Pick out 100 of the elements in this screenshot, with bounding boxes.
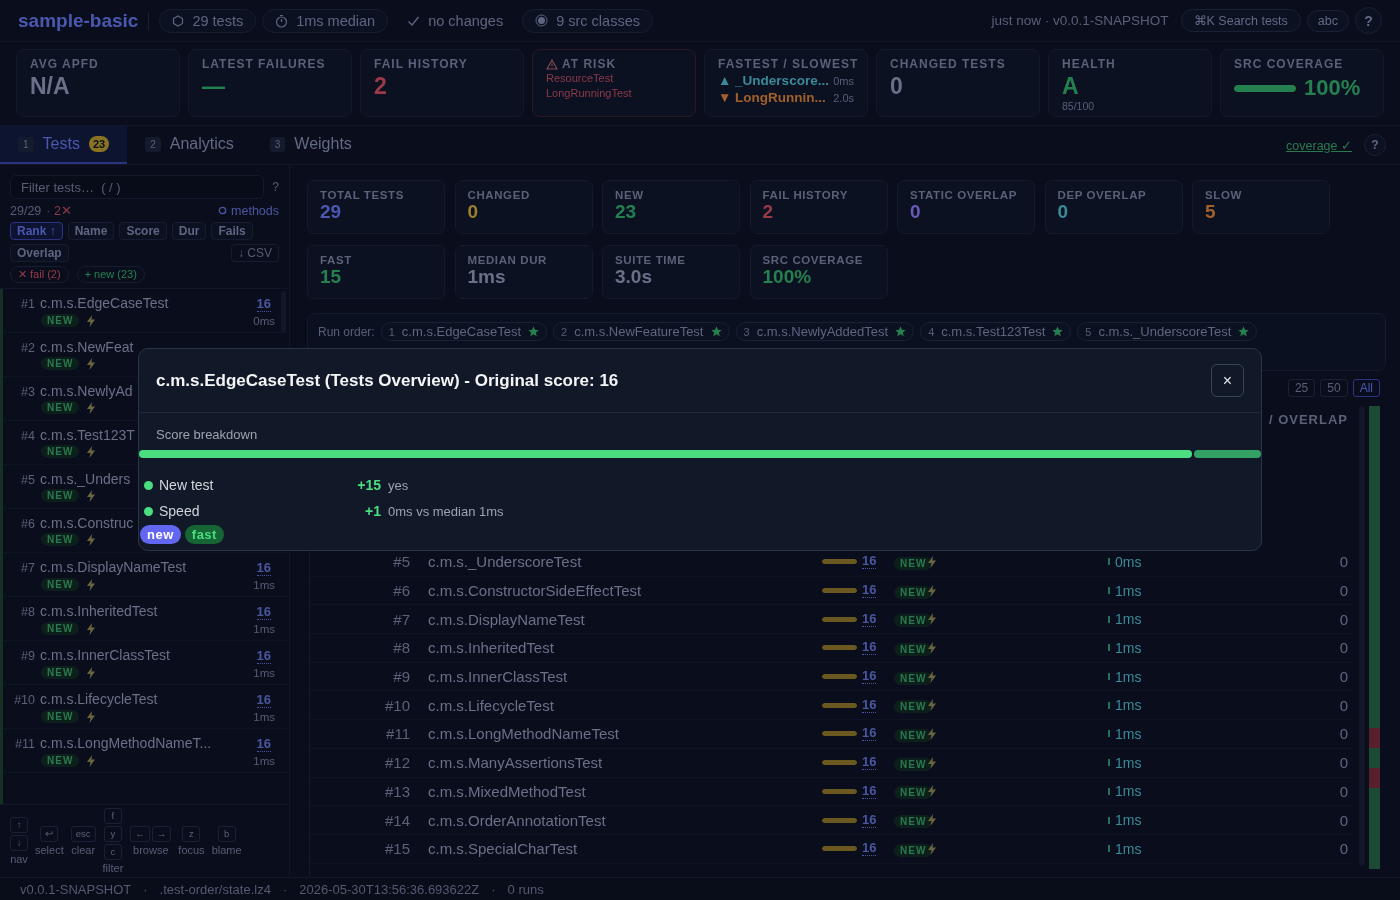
score-link[interactable]: 16 bbox=[862, 755, 877, 771]
run-order-chip[interactable]: 3 c.m.s.NewlyAddedTest bbox=[735, 322, 915, 341]
run-order-chip[interactable]: 4 c.m.s.Test123Test bbox=[920, 322, 1072, 341]
sort-button[interactable]: Dur bbox=[171, 222, 207, 240]
help-button[interactable]: ? bbox=[1355, 7, 1382, 34]
score-link[interactable]: 16 bbox=[256, 693, 271, 708]
overlap-value: 0 bbox=[1338, 610, 1349, 628]
metric-value: 0 bbox=[890, 73, 904, 100]
run-order-label: Run order: bbox=[318, 325, 375, 339]
score-link[interactable]: 16 bbox=[862, 554, 877, 570]
star-icon bbox=[528, 326, 540, 337]
tab-label: Tests bbox=[42, 135, 80, 153]
test-duration: 1ms bbox=[1115, 725, 1142, 742]
score-link[interactable]: 16 bbox=[862, 783, 877, 799]
sort-button[interactable]: Name bbox=[67, 222, 115, 240]
new-badge: NEW bbox=[41, 622, 80, 635]
filter-field[interactable]: Filter tests… ( / ) bbox=[10, 175, 265, 199]
sort-button[interactable]: Fails bbox=[211, 222, 253, 240]
stat-value: 0 bbox=[467, 201, 480, 223]
score-link[interactable]: 16 bbox=[862, 726, 877, 742]
test-list-item[interactable]: #11 c.m.s.LongMethodNameT... 16 NEW 1ms bbox=[3, 729, 289, 773]
score-link[interactable]: 16 bbox=[862, 669, 877, 685]
column-header[interactable]: / OVERLAP bbox=[1268, 412, 1348, 427]
test-list-item[interactable]: #8 c.m.s.InheritedTest 16 NEW 1ms bbox=[3, 597, 289, 641]
score-link[interactable]: 16 bbox=[862, 697, 877, 713]
shortcut-key: 1 bbox=[18, 136, 34, 152]
page-size-button[interactable]: 25 bbox=[1287, 379, 1316, 397]
duration-tick bbox=[1108, 701, 1110, 709]
score-link[interactable]: 16 bbox=[862, 640, 877, 656]
chip-index: 1 bbox=[388, 325, 395, 338]
score-link[interactable]: 16 bbox=[256, 561, 271, 576]
help-button[interactable]: ? bbox=[1364, 134, 1386, 156]
test-name: c.m.s.Test123T bbox=[40, 427, 135, 443]
star-icon bbox=[1052, 326, 1064, 337]
test-name: c.m.s.MixedMethodTest bbox=[427, 782, 587, 800]
shortcut-key: 2 bbox=[145, 136, 161, 152]
sort-button[interactable]: Rank ↑ bbox=[10, 222, 63, 240]
run-order-chip[interactable]: 1 c.m.s.EdgeCaseTest bbox=[380, 322, 548, 341]
page-size-button[interactable]: All bbox=[1352, 379, 1380, 397]
rank-number: #7 bbox=[20, 561, 35, 575]
coverage-link[interactable]: coverage ✓ bbox=[1286, 137, 1352, 153]
new-badge: NEW bbox=[894, 757, 933, 771]
status-item: 2026-05-30T13:56:36.693622Z bbox=[299, 881, 480, 897]
shortcut-label: browse bbox=[133, 844, 169, 856]
search-button[interactable]: ⌘K Search tests bbox=[1180, 9, 1301, 32]
duration-tick bbox=[1108, 615, 1110, 623]
chip-label: c.m.s.EdgeCaseTest bbox=[401, 324, 522, 339]
metric-value: 2 bbox=[374, 73, 388, 100]
star-icon bbox=[895, 326, 907, 337]
test-list-item[interactable]: #9 c.m.s.InnerClassTest 16 NEW 1ms bbox=[3, 641, 289, 685]
shortcut-label: select bbox=[35, 844, 64, 856]
new-badge: NEW bbox=[894, 786, 933, 800]
tab[interactable]: 1 Tests 23 bbox=[0, 126, 128, 164]
score-bar bbox=[822, 559, 857, 565]
score-link[interactable]: 16 bbox=[256, 605, 271, 620]
duration-tick bbox=[1108, 587, 1110, 595]
score-link[interactable]: 16 bbox=[256, 737, 271, 752]
page-size-button[interactable]: 50 bbox=[1320, 379, 1348, 397]
rank-number: #5 bbox=[20, 473, 35, 487]
overlap-value: 0 bbox=[1338, 782, 1349, 800]
rank-number: #6 bbox=[392, 582, 410, 600]
overview-strip[interactable] bbox=[1369, 406, 1380, 869]
sort-button[interactable]: Score bbox=[119, 222, 167, 240]
rank-number: #13 bbox=[383, 782, 410, 800]
run-order-chip[interactable]: 5 c.m.s._UnderscoreTest bbox=[1077, 322, 1258, 341]
font-toggle-button[interactable]: abc bbox=[1306, 9, 1349, 32]
rank-number: #15 bbox=[383, 840, 410, 858]
score-link[interactable]: 16 bbox=[862, 812, 877, 828]
new-badge: NEW bbox=[41, 578, 80, 591]
tab[interactable]: 2 Analytics bbox=[127, 126, 252, 164]
test-list-item[interactable]: #10 c.m.s.LifecycleTest 16 NEW 1ms bbox=[3, 685, 289, 729]
test-name: c.m.s.LifecycleTest bbox=[427, 696, 555, 714]
test-list-item[interactable]: #7 c.m.s.DisplayNameTest 16 NEW 1ms bbox=[3, 553, 289, 597]
help-link[interactable]: ? bbox=[272, 180, 279, 194]
duration-tick bbox=[1108, 845, 1110, 853]
score-link[interactable]: 16 bbox=[256, 649, 271, 664]
metric-label: LATEST FAILURES bbox=[202, 57, 327, 71]
test-duration: 1ms bbox=[1115, 783, 1142, 800]
test-duration: 1ms bbox=[253, 622, 275, 635]
metric-label: AT RISK bbox=[562, 57, 617, 71]
score-link[interactable]: 16 bbox=[256, 297, 271, 312]
chip-label: c.m.s.NewFeatureTest bbox=[574, 324, 704, 339]
tab-label: Weights bbox=[294, 135, 352, 153]
stat-label: MEDIAN DUR bbox=[467, 254, 548, 266]
run-order-chip[interactable]: 2 c.m.s.NewFeatureTest bbox=[553, 322, 730, 341]
rank-number: #14 bbox=[383, 811, 410, 829]
health-score: 85/100 bbox=[1062, 100, 1096, 112]
chip-index: 4 bbox=[928, 325, 935, 338]
close-button[interactable]: × bbox=[1211, 364, 1244, 397]
csv-export-button[interactable]: ↓ CSV bbox=[231, 244, 279, 262]
test-name: c.m.s._UnderscoreTest bbox=[427, 553, 583, 571]
methods-toggle[interactable]: methods bbox=[218, 203, 279, 218]
sort-button[interactable]: Overlap bbox=[10, 244, 69, 262]
score-link[interactable]: 16 bbox=[862, 611, 877, 627]
score-link[interactable]: 16 bbox=[862, 583, 877, 599]
separator-dot: · bbox=[282, 881, 288, 897]
at-risk-test: ResourceTest bbox=[546, 71, 615, 86]
score-link[interactable]: 16 bbox=[862, 841, 877, 857]
tab[interactable]: 3 Weights bbox=[251, 126, 370, 164]
stat-value: 2 bbox=[762, 201, 775, 223]
